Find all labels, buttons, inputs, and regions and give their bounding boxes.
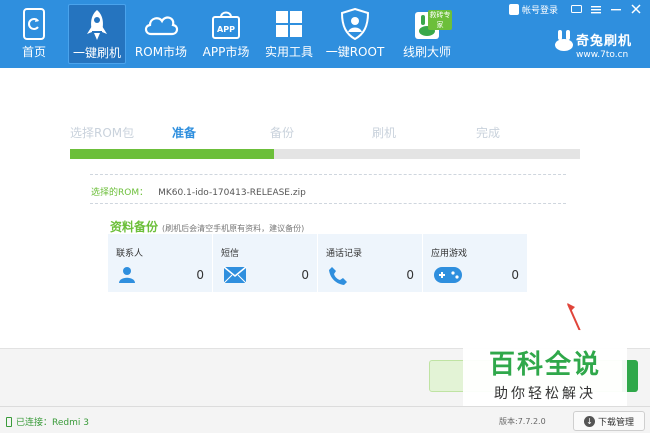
brand-logo: 奇兔刷机 www.7to.cn — [554, 30, 632, 60]
minimize-icon[interactable] — [606, 0, 626, 18]
grid-icon — [276, 11, 302, 37]
feedback-icon[interactable] — [566, 0, 586, 18]
envelope-icon — [223, 266, 247, 284]
close-icon[interactable] — [626, 0, 646, 18]
card-label: 联系人 — [116, 249, 144, 259]
backup-cards: 联系人 0 短信 0 通话记录 0 应用游戏 0 — [108, 234, 528, 292]
watermark: 百科全说 助你轻松解决 — [463, 330, 627, 408]
nav-one-click-root-label: 一键ROOT — [325, 45, 385, 59]
backup-card-apps-games[interactable]: 应用游戏 0 — [423, 234, 528, 292]
backup-card-call-log[interactable]: 通话记录 0 — [318, 234, 423, 292]
window-controls — [566, 0, 646, 18]
selected-rom-label: 选择的ROM： — [91, 188, 149, 198]
card-count: 0 — [196, 268, 204, 282]
watermark-subtitle: 助你轻松解决 — [494, 386, 596, 402]
shield-icon — [340, 8, 370, 40]
divider — [90, 174, 566, 175]
card-label: 应用游戏 — [431, 249, 468, 259]
card-label: 短信 — [221, 249, 240, 259]
step-backup: 备份 — [270, 126, 295, 140]
menu-icon[interactable] — [586, 0, 606, 18]
progress-fill — [70, 149, 274, 159]
brand-url: www.7to.cn — [576, 50, 629, 60]
contact-icon — [119, 267, 135, 283]
nav-home[interactable]: 首页 — [8, 4, 60, 64]
download-manager-button[interactable]: ↓ 下载管理 — [573, 411, 645, 431]
svg-text:APP: APP — [217, 25, 235, 34]
nav-one-click-flash-label: 一键刷机 — [72, 46, 121, 60]
phone-icon — [329, 267, 347, 285]
rabbit-logo-icon — [555, 30, 573, 51]
selected-rom-file: MK60.1-ido-170413-RELEASE.zip — [158, 188, 306, 198]
nav-line-flash-master-label: 线刷大师 — [402, 45, 451, 59]
card-label: 通话记录 — [326, 249, 363, 259]
nav-tools[interactable]: 实用工具 — [262, 4, 316, 64]
step-flash: 刷机 — [372, 126, 397, 140]
step-indicator: 选择ROM包 准备 备份 刷机 完成 — [70, 124, 580, 142]
watermark-title: 百科全说 — [488, 350, 601, 380]
selected-rom: 选择的ROM： MK60.1-ido-170413-RELEASE.zip — [91, 185, 306, 198]
nav-line-flash-master[interactable]: 救砖专家 线刷大师 — [398, 4, 456, 64]
cloud-icon — [144, 16, 179, 36]
step-select-rom: 选择ROM包 — [70, 126, 135, 140]
nav-tools-label: 实用工具 — [264, 45, 313, 59]
rocket-icon — [87, 10, 107, 40]
device-icon — [6, 416, 12, 427]
nav-rom-market[interactable]: ROM市场 — [133, 4, 189, 64]
connection-label: 已连接：Redmi 3 — [16, 418, 89, 428]
card-count: 0 — [406, 268, 414, 282]
rescue-expert-badge: 救砖专家 — [428, 10, 452, 30]
progress-bar — [70, 149, 580, 159]
divider — [90, 203, 566, 204]
brand-name: 奇兔刷机 — [576, 34, 633, 49]
nav-app-market[interactable]: APP APP市场 — [197, 4, 255, 64]
download-icon: ↓ — [583, 415, 595, 427]
nav-rom-market-label: ROM市场 — [134, 45, 188, 59]
login-label: 帐号登录 — [522, 6, 559, 16]
backup-title: 资料备份 — [110, 220, 159, 234]
nav-one-click-root[interactable]: 一键ROOT — [325, 4, 385, 64]
backup-card-sms[interactable]: 短信 0 — [213, 234, 318, 292]
download-manager-label: 下载管理 — [597, 417, 634, 428]
shopping-bag-icon: APP — [212, 11, 240, 39]
refresh-phone-icon — [23, 8, 45, 40]
nav-home-label: 首页 — [21, 45, 46, 59]
gamepad-icon — [434, 267, 462, 283]
nav-app-market-label: APP市场 — [202, 45, 250, 59]
pointer-arrow-icon — [567, 303, 581, 332]
connection-status: 已连接：Redmi 3 — [6, 415, 89, 428]
card-count: 0 — [511, 268, 519, 282]
card-count: 0 — [301, 268, 309, 282]
login-link[interactable]: 帐号登录 — [509, 2, 558, 17]
nav-one-click-flash[interactable]: 一键刷机 — [68, 4, 126, 64]
top-toolbar: 首页 一键刷机 ROM市场 APP APP市场 实用工具 一键ROOT 救砖专家… — [0, 0, 650, 68]
backup-card-contacts[interactable]: 联系人 0 — [108, 234, 213, 292]
status-bar: 已连接：Redmi 3 版本:7.7.2.0 ↓ 下载管理 — [0, 406, 650, 433]
step-prepare: 准备 — [172, 126, 197, 140]
backup-note: (刷机后会清空手机原有资料，建议备份) — [162, 224, 305, 233]
step-complete: 完成 — [476, 126, 501, 140]
user-icon — [509, 4, 519, 15]
backup-section-title: 资料备份 (刷机后会清空手机原有资料，建议备份) — [110, 216, 304, 235]
version-label: 版本:7.7.2.0 — [499, 417, 546, 426]
